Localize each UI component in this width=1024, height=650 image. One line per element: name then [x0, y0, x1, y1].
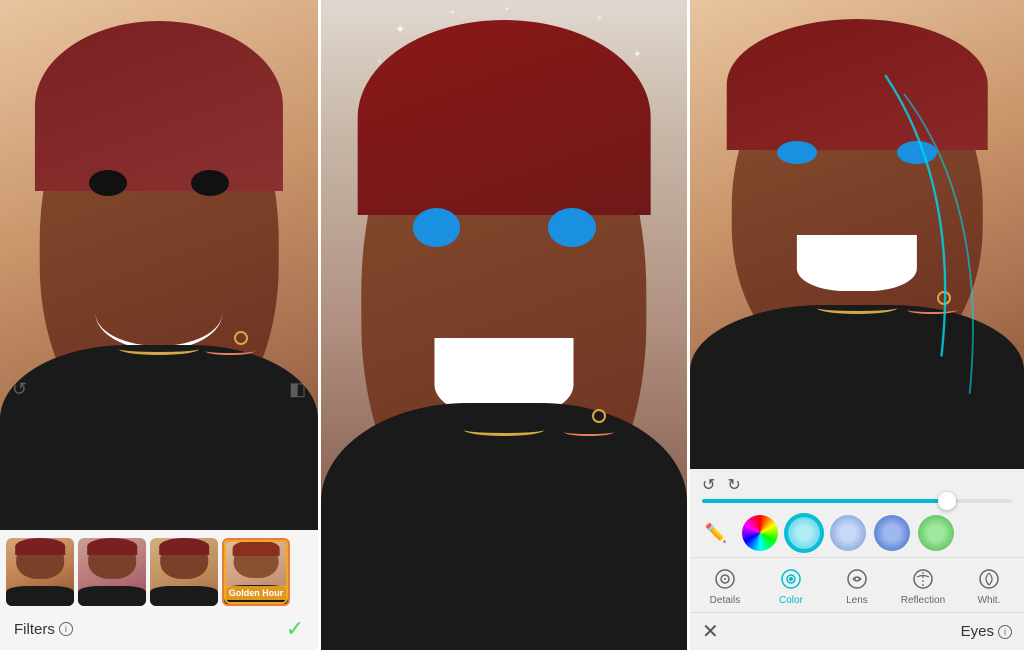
- tab-reflection-label: Reflection: [901, 595, 945, 606]
- filter-thumb-3[interactable]: [150, 538, 218, 606]
- lens-icon: [844, 566, 870, 592]
- undo-redo-row: ↺ ↻: [690, 469, 1024, 497]
- filters-toolbar: Golden Hour Filters i ✓: [0, 530, 318, 650]
- tab-details[interactable]: Details: [692, 564, 758, 608]
- tab-lens-label: Lens: [846, 595, 868, 606]
- photo-area-3: [690, 0, 1024, 469]
- photo-area-1: ↺ ◧: [0, 0, 318, 530]
- panel-preview: ✦ ✦ ✦ ✦ ✦ ✦ ✦ ✦: [321, 0, 687, 650]
- eyes-info-badge[interactable]: i: [998, 625, 1012, 639]
- slider-row: [690, 497, 1024, 509]
- panel-filters: ↺ ◧: [0, 0, 318, 650]
- split-icon[interactable]: ◧: [289, 379, 306, 400]
- color-tab-icon: [778, 566, 804, 592]
- photo-panel-2: ✦ ✦ ✦ ✦ ✦ ✦ ✦ ✦: [321, 0, 687, 650]
- tab-lens[interactable]: Lens: [824, 564, 890, 608]
- filter-thumb-2[interactable]: [78, 538, 146, 606]
- nav-tabs: Details Color: [690, 557, 1024, 612]
- eyes-label: Eyes i: [961, 623, 1012, 640]
- filter-thumb-1[interactable]: [6, 538, 74, 606]
- filters-bottom-row: Filters i ✓: [6, 612, 312, 646]
- color-rainbow-option[interactable]: [742, 515, 778, 551]
- photo-panel-1: [0, 0, 318, 530]
- filter-thumb-4-golden-hour[interactable]: Golden Hour: [222, 538, 290, 606]
- color-cyan-option[interactable]: [786, 515, 822, 551]
- filters-info-badge[interactable]: i: [59, 622, 73, 636]
- edit-toolbar: ↺ ↻ ✏️: [690, 469, 1024, 650]
- tab-color[interactable]: Color: [758, 564, 824, 608]
- color-slider-track[interactable]: [702, 499, 1012, 503]
- color-blue-option[interactable]: [874, 515, 910, 551]
- pencil-tool[interactable]: ✏️: [698, 515, 734, 551]
- color-options-row: ✏️: [690, 509, 1024, 557]
- undo-button[interactable]: ↺: [702, 475, 715, 495]
- pencil-icon: ✏️: [705, 523, 727, 544]
- filter-label-golden-hour: Golden Hour: [224, 586, 289, 600]
- eyes-text: Eyes: [961, 623, 994, 640]
- tab-whites[interactable]: Whit.: [956, 564, 1022, 608]
- undo-icon[interactable]: ↺: [12, 379, 27, 400]
- whites-icon: [976, 566, 1002, 592]
- tab-reflection[interactable]: Reflection: [890, 564, 956, 608]
- details-icon: [712, 566, 738, 592]
- action-row: ✕ Eyes i: [690, 612, 1024, 650]
- tab-whites-label: Whit.: [978, 595, 1001, 606]
- photo-area-2: ✦ ✦ ✦ ✦ ✦ ✦ ✦ ✦: [321, 0, 687, 650]
- color-blue-light-option[interactable]: [830, 515, 866, 551]
- reflection-icon: [910, 566, 936, 592]
- tab-details-label: Details: [710, 595, 741, 606]
- panel-edit: ↺ ↻ ✏️: [690, 0, 1024, 650]
- filters-text: Filters: [14, 621, 55, 638]
- filters-checkmark[interactable]: ✓: [286, 616, 304, 642]
- tab-color-label: Color: [779, 595, 803, 606]
- redo-button[interactable]: ↻: [727, 475, 740, 495]
- color-slider-thumb[interactable]: [938, 492, 956, 510]
- color-green-option[interactable]: [918, 515, 954, 551]
- filter-thumbnails-list: Golden Hour: [6, 538, 312, 606]
- close-button[interactable]: ✕: [702, 619, 719, 644]
- photo-panel-3: [690, 0, 1024, 469]
- filters-label: Filters i: [14, 621, 73, 638]
